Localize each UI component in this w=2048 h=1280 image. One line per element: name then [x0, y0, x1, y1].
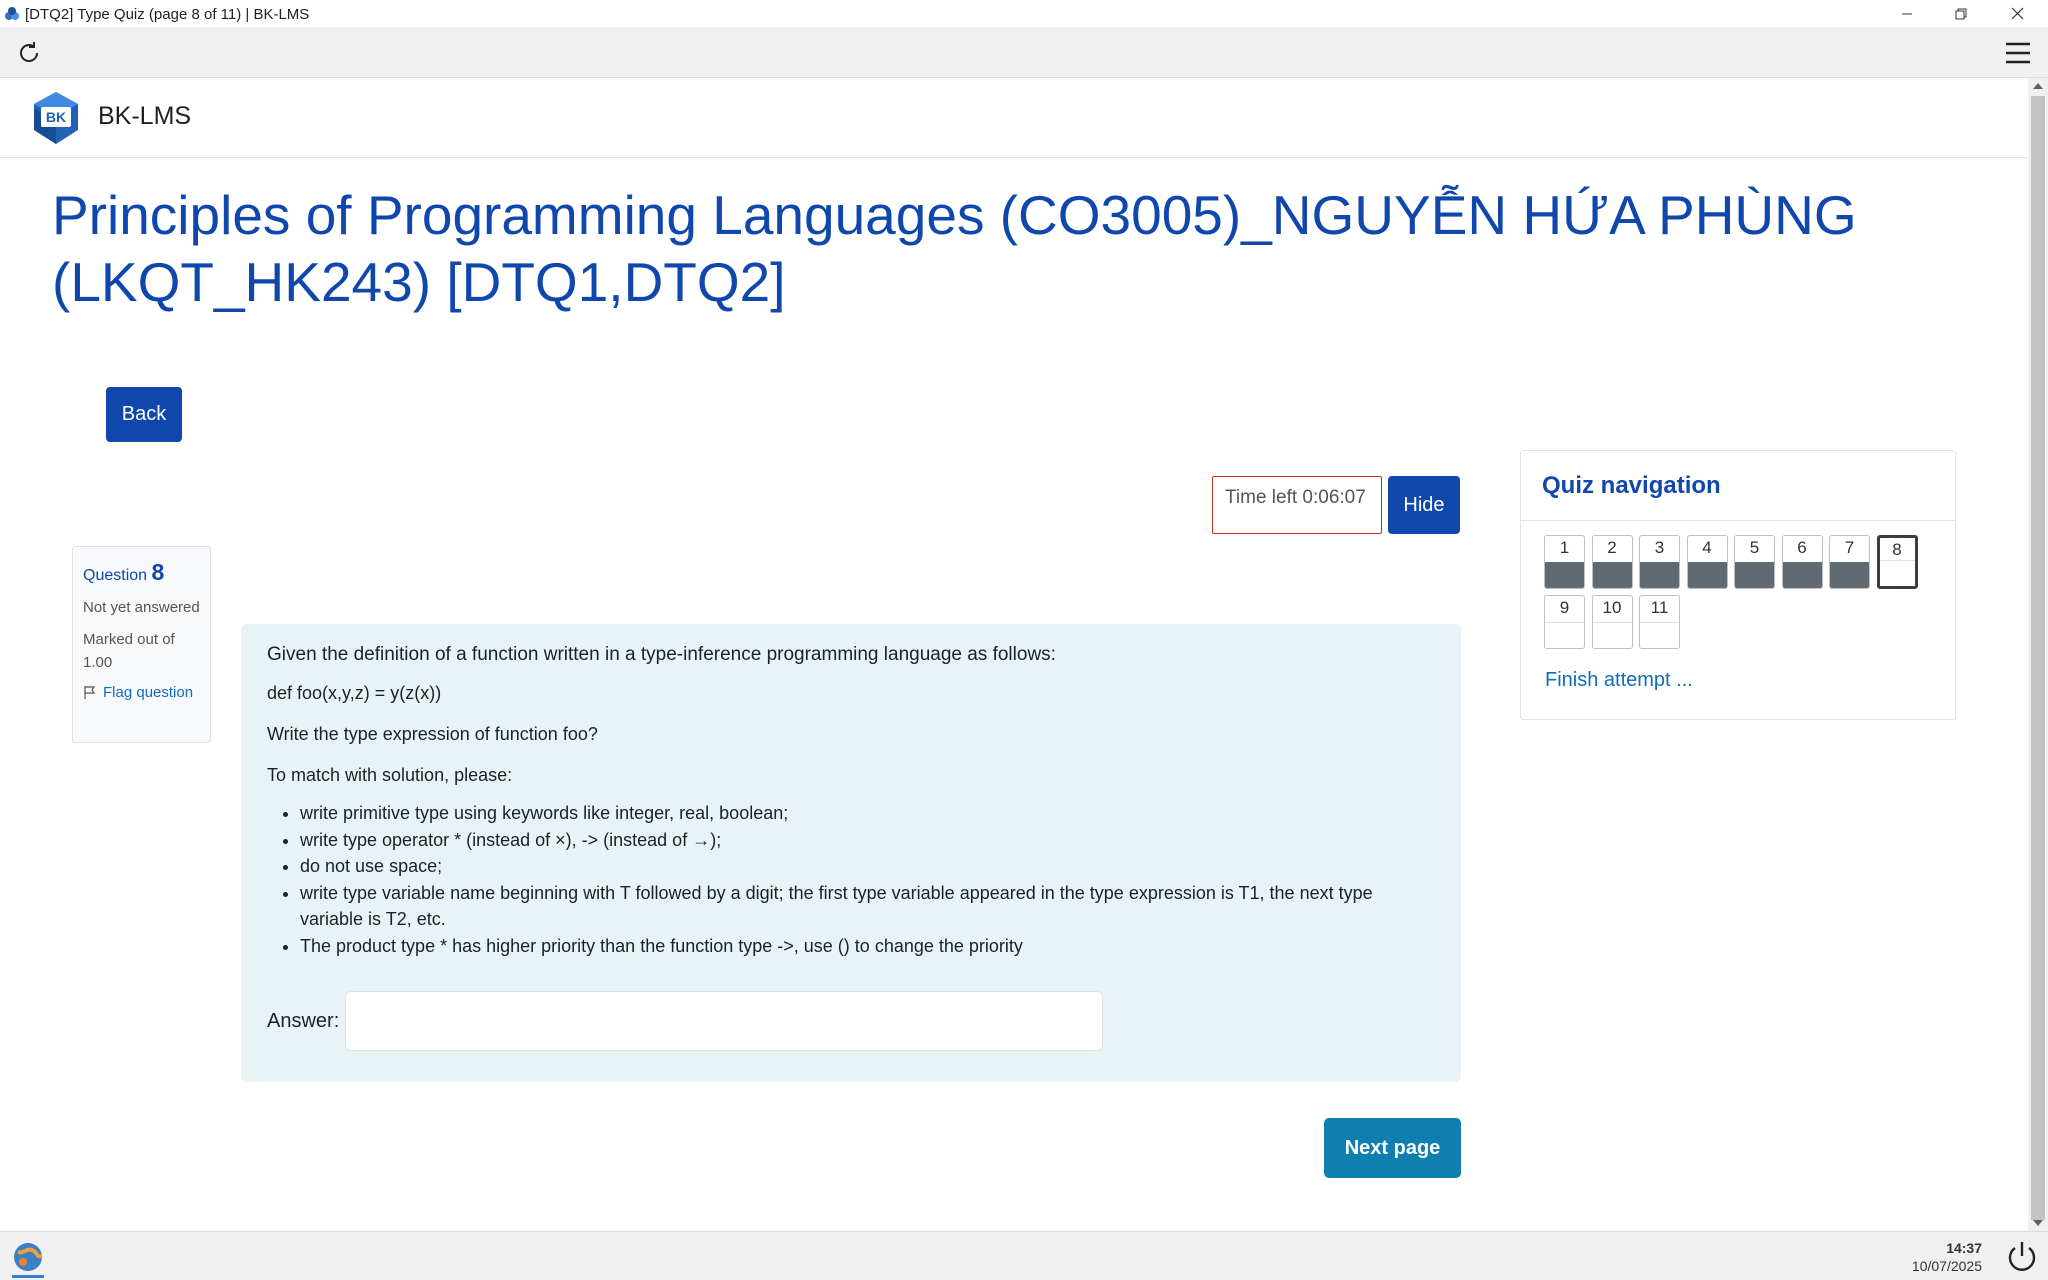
quiz-timer: Time left 0:06:07 — [1212, 476, 1382, 534]
quiz-nav-status-fill — [1782, 562, 1822, 588]
quiz-nav-button-label: 3 — [1654, 538, 1665, 557]
flag-icon — [84, 686, 96, 699]
quiz-nav-button-label: 1 — [1559, 538, 1570, 557]
page-content: BK BK-LMS Principles of Programming Lang… — [0, 78, 2028, 1231]
quiz-navigation-title: Quiz navigation — [1521, 451, 1955, 521]
quiz-nav-status-fill — [1640, 622, 1679, 648]
quiz-nav-status-fill — [1545, 622, 1584, 648]
answer-label: Answer: — [267, 1009, 340, 1032]
question-match-note: To match with solution, please: — [267, 765, 513, 785]
quiz-nav-button-3[interactable]: 3 — [1639, 535, 1680, 589]
quiz-nav-status-fill — [1687, 562, 1727, 588]
quiz-nav-button-label: 2 — [1607, 538, 1617, 557]
next-page-button[interactable]: Next page — [1324, 1118, 1461, 1178]
quiz-navigation-panel: Quiz navigation 1 2 3 4 5 6 7 8 9 10 11 Finish att… — [1520, 450, 1956, 720]
restore-button[interactable] — [1938, 0, 1984, 27]
hamburger-menu-icon[interactable] — [2004, 40, 2032, 66]
browser-toolbar — [0, 27, 2048, 78]
minimize-button[interactable] — [1884, 0, 1930, 27]
quiz-nav-button-8[interactable]: 8 — [1876, 535, 1918, 589]
power-icon[interactable] — [2004, 1239, 2040, 1275]
bk-logo[interactable]: BK — [28, 90, 84, 146]
quiz-nav-button-6[interactable]: 6 — [1781, 535, 1823, 589]
app-globe-icon — [14, 1243, 43, 1271]
answer-input[interactable] — [345, 991, 1104, 1051]
hide-timer-button[interactable]: Hide — [1388, 476, 1460, 534]
reload-icon[interactable] — [15, 39, 43, 67]
answer-row: Answer: — [267, 991, 1104, 1051]
close-button[interactable] — [1994, 0, 2040, 27]
question-task: Write the type expression of function fo… — [267, 724, 598, 744]
flag-question-link[interactable]: Flag question — [83, 684, 200, 701]
quiz-nav-status-fill — [1545, 562, 1584, 588]
close-icon — [2011, 7, 2023, 20]
quiz-nav-status-fill — [1830, 562, 1869, 588]
rule-item: The product type * has higher priority t… — [300, 933, 1435, 960]
taskbar: 14:37 10/07/2025 — [0, 1231, 2048, 1280]
window-title-bar: [DTQ2] Type Quiz (page 8 of 11) | BK-LMS — [0, 0, 2048, 27]
quiz-nav-status-fill — [1735, 562, 1774, 588]
quiz-nav-status-fill — [1879, 560, 1915, 586]
quiz-nav-button-2[interactable]: 2 — [1591, 535, 1633, 589]
site-header: BK BK-LMS — [0, 78, 2028, 158]
question-intro: Given the definition of a function writt… — [267, 644, 1056, 665]
quiz-nav-button-9[interactable]: 9 — [1544, 595, 1585, 649]
system-clock[interactable]: 14:37 10/07/2025 — [1900, 1239, 1982, 1275]
quiz-nav-button-label: 10 — [1602, 598, 1622, 617]
scroll-up-icon[interactable] — [2033, 83, 2043, 89]
quiz-nav-button-10[interactable]: 10 — [1591, 595, 1633, 649]
finish-attempt-link[interactable]: Finish attempt ... — [1545, 669, 1693, 692]
quiz-nav-button-label: 5 — [1749, 538, 1760, 557]
question-content: Given the definition of a function writt… — [241, 624, 1461, 1082]
back-button[interactable]: Back — [106, 387, 182, 442]
restore-icon — [1955, 8, 1967, 19]
rule-item: do not use space; — [300, 853, 1435, 880]
question-label: Question — [83, 567, 148, 584]
question-info: Question 8 Not yet answered Marked out o… — [72, 546, 211, 743]
course-title: Principles of Programming Languages (CO3… — [52, 184, 1857, 313]
quiz-nav-button-1[interactable]: 1 — [1544, 535, 1585, 589]
quiz-nav-button-11[interactable]: 11 — [1639, 595, 1680, 649]
quiz-nav-button-label: 4 — [1702, 538, 1712, 557]
rules-list: write primitive type using keywords like… — [300, 800, 1435, 959]
logo-text: BK — [46, 109, 66, 125]
question-number-value: 8 — [151, 559, 165, 585]
quiz-nav-button-label: 6 — [1797, 538, 1807, 557]
rule-item: write primitive type using keywords like… — [300, 800, 1435, 827]
site-brand[interactable]: BK-LMS — [98, 102, 191, 131]
question-number: Question 8 — [83, 559, 200, 586]
page-scrollbar[interactable] — [2028, 78, 2048, 1231]
quiz-nav-button-7[interactable]: 7 — [1829, 535, 1870, 589]
question-grade: Marked out of 1.00 — [83, 631, 175, 671]
active-app-indicator — [12, 1275, 44, 1278]
clock-date: 10/07/2025 — [1911, 1258, 1982, 1274]
question-code: def foo(x,y,z) = y(z(x)) — [267, 683, 442, 703]
quiz-nav-button-label: 11 — [1650, 598, 1669, 617]
rule-item: write type variable name beginning with … — [300, 880, 1435, 933]
quiz-nav-button-label: 8 — [1892, 540, 1902, 559]
clock-time: 14:37 — [1946, 1240, 1982, 1256]
flag-question-label: Flag question — [103, 684, 194, 701]
taskbar-app-button[interactable] — [8, 1240, 48, 1278]
app-icon — [5, 7, 19, 20]
quiz-nav-status-fill — [1640, 562, 1679, 588]
scrollbar-thumb[interactable] — [2031, 96, 2045, 1220]
quiz-nav-status-fill — [1592, 622, 1632, 648]
quiz-nav-button-label: 9 — [1559, 598, 1570, 617]
window-title: [DTQ2] Type Quiz (page 8 of 11) | BK-LMS — [25, 6, 310, 23]
rule-item: write type operator * (instead of ×), ->… — [300, 827, 1435, 854]
quiz-nav-button-5[interactable]: 5 — [1734, 535, 1775, 589]
scroll-down-icon[interactable] — [2033, 1220, 2043, 1226]
minimize-icon — [1902, 13, 1912, 14]
quiz-nav-button-4[interactable]: 4 — [1686, 535, 1728, 589]
question-state: Not yet answered — [83, 599, 200, 616]
quiz-nav-button-label: 7 — [1844, 538, 1855, 557]
quiz-nav-status-fill — [1592, 562, 1632, 588]
